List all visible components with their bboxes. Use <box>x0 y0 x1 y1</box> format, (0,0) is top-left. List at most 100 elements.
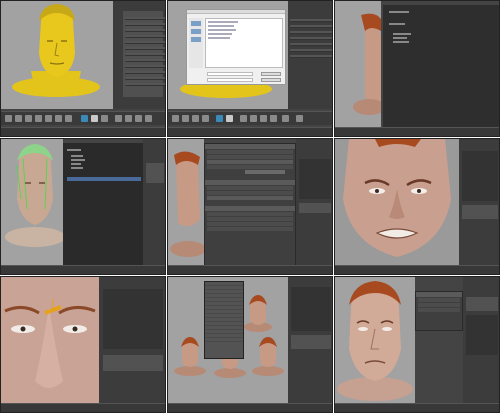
list-item[interactable] <box>125 35 165 38</box>
attribute-field[interactable] <box>146 163 164 183</box>
tool-icon[interactable] <box>270 115 277 122</box>
timeline[interactable] <box>168 127 332 136</box>
list-item[interactable] <box>125 47 165 50</box>
open-button[interactable] <box>261 72 281 76</box>
outliner-list[interactable] <box>103 289 163 349</box>
attribute-field[interactable] <box>207 227 293 231</box>
list-item[interactable] <box>125 23 165 26</box>
list-item[interactable] <box>290 25 332 28</box>
viewport[interactable] <box>335 1 381 129</box>
list-item[interactable] <box>208 25 234 27</box>
outliner-list[interactable] <box>299 159 331 199</box>
tool-icon[interactable] <box>216 115 223 122</box>
attribute-field[interactable] <box>299 203 331 213</box>
list-item[interactable] <box>208 29 236 31</box>
tool-icon[interactable] <box>202 115 209 122</box>
list-item[interactable] <box>393 41 409 43</box>
viewport[interactable] <box>335 277 415 405</box>
attribute-field[interactable] <box>466 297 498 311</box>
attribute-field[interactable] <box>103 355 163 371</box>
attribute-field[interactable] <box>207 150 293 154</box>
list-item[interactable] <box>125 71 165 74</box>
list-item[interactable] <box>290 37 332 40</box>
list-item-selected[interactable] <box>67 177 141 181</box>
outliner-list[interactable] <box>466 315 498 355</box>
timeline[interactable] <box>168 265 332 274</box>
tool-icon[interactable] <box>260 115 267 122</box>
folder-icon[interactable] <box>191 29 201 34</box>
tool-icon[interactable] <box>55 115 62 122</box>
list-item[interactable] <box>208 21 238 23</box>
list-item[interactable] <box>125 83 165 86</box>
list-item[interactable] <box>208 37 230 39</box>
menu-item[interactable] <box>205 338 243 342</box>
outliner-list[interactable] <box>383 5 499 129</box>
outliner-list[interactable] <box>462 151 498 201</box>
attribute-field[interactable] <box>207 165 293 169</box>
apply-button[interactable] <box>245 170 285 174</box>
tool-icon[interactable] <box>282 115 289 122</box>
tool-icon[interactable] <box>250 115 257 122</box>
tool-icon[interactable] <box>226 115 233 122</box>
list-item[interactable] <box>125 17 165 20</box>
viewport[interactable] <box>1 277 99 405</box>
tool-icon[interactable] <box>45 115 52 122</box>
attribute-field[interactable] <box>207 191 293 195</box>
attribute-field[interactable] <box>462 205 498 219</box>
tool-icon[interactable] <box>145 115 152 122</box>
list-item[interactable] <box>290 19 332 22</box>
section-header[interactable] <box>205 144 295 149</box>
viewport[interactable] <box>335 139 459 267</box>
tool-icon[interactable] <box>65 115 72 122</box>
attribute-field[interactable] <box>207 196 293 200</box>
attribute-field[interactable] <box>207 212 293 216</box>
list-item[interactable] <box>393 33 411 35</box>
list-item[interactable] <box>125 53 165 56</box>
viewport[interactable] <box>1 1 113 109</box>
tool-icon[interactable] <box>182 115 189 122</box>
folder-icon[interactable] <box>191 21 201 26</box>
tool-icon[interactable] <box>5 115 12 122</box>
timeline[interactable] <box>1 127 165 136</box>
tool-icon[interactable] <box>240 115 247 122</box>
timeline[interactable] <box>335 265 499 274</box>
tool-icon[interactable] <box>172 115 179 122</box>
viewport[interactable] <box>168 139 204 267</box>
tool-icon[interactable] <box>15 115 22 122</box>
tool-icon[interactable] <box>91 115 98 122</box>
list-item[interactable] <box>290 31 332 34</box>
tool-icon[interactable] <box>81 115 88 122</box>
timeline[interactable] <box>335 403 499 412</box>
tool-icon[interactable] <box>296 115 303 122</box>
folder-icon[interactable] <box>191 37 201 42</box>
cancel-button[interactable] <box>261 78 281 82</box>
filename-input[interactable] <box>207 72 253 76</box>
list-item[interactable] <box>125 29 165 32</box>
attribute-field[interactable] <box>418 308 460 312</box>
attribute-field[interactable] <box>207 222 293 226</box>
timeline[interactable] <box>168 403 332 412</box>
tool-icon[interactable] <box>135 115 142 122</box>
list-item[interactable] <box>125 59 165 62</box>
list-item[interactable] <box>125 65 165 68</box>
timeline[interactable] <box>1 403 165 412</box>
attribute-field[interactable] <box>418 303 460 307</box>
list-item[interactable] <box>125 41 165 44</box>
list-item[interactable] <box>290 43 332 46</box>
list-item[interactable] <box>290 55 332 58</box>
attribute-field[interactable] <box>291 335 331 349</box>
list-item[interactable] <box>67 149 81 151</box>
viewport[interactable] <box>1 139 63 267</box>
timeline[interactable] <box>1 265 165 274</box>
list-item[interactable] <box>71 155 83 157</box>
list-item[interactable] <box>290 49 332 52</box>
file-list[interactable] <box>205 18 283 68</box>
outliner-list[interactable] <box>291 287 331 331</box>
list-item[interactable] <box>71 163 81 165</box>
list-item[interactable] <box>208 33 232 35</box>
list-item[interactable] <box>125 77 165 80</box>
attribute-field[interactable] <box>207 160 293 164</box>
attribute-field[interactable] <box>207 155 293 159</box>
attribute-field[interactable] <box>207 186 293 190</box>
tool-icon[interactable] <box>101 115 108 122</box>
